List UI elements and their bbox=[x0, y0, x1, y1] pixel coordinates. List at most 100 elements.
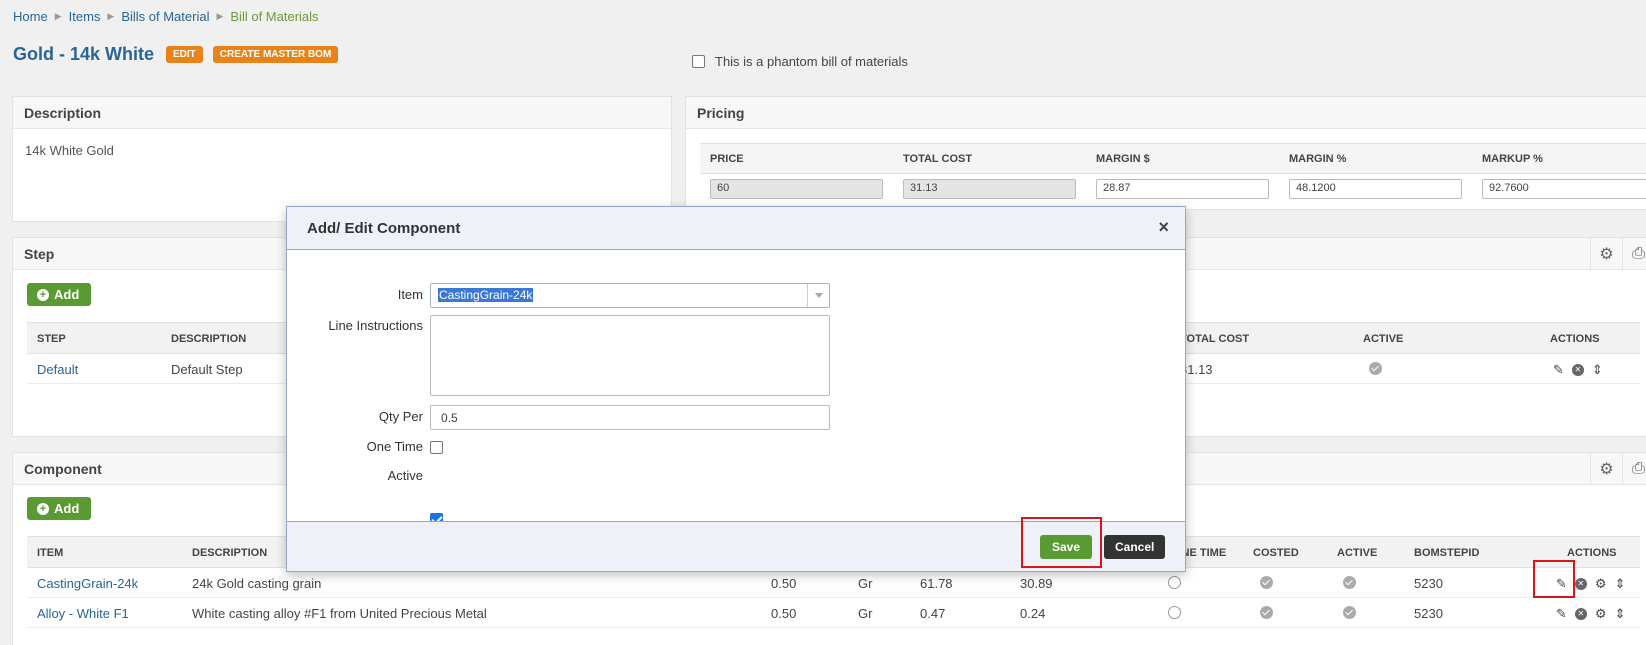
edit-icon[interactable]: ✎ bbox=[1556, 606, 1567, 622]
phantom-bom-checkbox[interactable] bbox=[692, 55, 705, 68]
step-description: Default Step bbox=[171, 362, 243, 377]
component-uom: Gr bbox=[858, 606, 873, 621]
step-panel-tools: ⚙ ⎙ bbox=[1590, 238, 1646, 270]
phantom-bom-label: This is a phantom bill of materials bbox=[715, 54, 908, 69]
header-step[interactable]: STEP bbox=[37, 333, 66, 345]
delete-icon[interactable]: ✕ bbox=[1574, 578, 1587, 590]
pricing-header-total-cost: TOTAL COST bbox=[893, 144, 1086, 174]
line-instructions-textarea[interactable] bbox=[430, 315, 830, 396]
page-title: Gold - 14k White bbox=[13, 44, 155, 64]
chevron-right-icon: ▶ bbox=[54, 11, 62, 21]
plus-circle-icon: + bbox=[37, 502, 49, 515]
radio-empty-icon bbox=[1168, 606, 1181, 619]
qty-per-input[interactable]: 0.5 bbox=[430, 405, 830, 430]
one-time-label: One Time bbox=[366, 439, 423, 454]
component-qty: 0.50 bbox=[771, 606, 797, 621]
radio-empty-icon bbox=[1168, 576, 1181, 589]
pricing-cell: 31.13 bbox=[893, 174, 1086, 204]
create-master-bom-button[interactable]: CREATE MASTER BOM bbox=[212, 46, 339, 63]
active-cell bbox=[1343, 576, 1356, 592]
description-title: Description bbox=[13, 97, 671, 129]
check-circle-icon bbox=[1343, 576, 1356, 589]
plus-circle-icon: + bbox=[37, 288, 49, 301]
edit-icon[interactable]: ✎ bbox=[1553, 362, 1564, 378]
pricing-header-price: PRICE bbox=[700, 144, 893, 174]
edit-button[interactable]: EDIT bbox=[166, 46, 203, 63]
line-instructions-label: Line Instructions bbox=[328, 318, 423, 333]
active-cell bbox=[1369, 362, 1382, 378]
chevron-right-icon: ▶ bbox=[216, 11, 224, 21]
pricing-title: Pricing bbox=[686, 97, 1646, 129]
header-total-cost[interactable]: TOTAL COST bbox=[1180, 333, 1249, 345]
pricing-header-margin-percent: MARGIN % bbox=[1279, 144, 1472, 174]
chevron-down-icon[interactable] bbox=[807, 284, 829, 307]
add-step-button[interactable]: + Add bbox=[27, 283, 92, 306]
gear-icon[interactable]: ⚙ bbox=[1595, 606, 1607, 622]
sort-icon[interactable]: ⇕ bbox=[1615, 576, 1626, 592]
gear-icon[interactable]: ⚙ bbox=[1590, 453, 1622, 485]
pricing-cell: 28.87 bbox=[1086, 174, 1279, 204]
pricing-header-margin-amount: MARGIN $ bbox=[1086, 144, 1279, 174]
table-row: Alloy - White F1 White casting alloy #F1… bbox=[27, 598, 1640, 628]
margin-percent-input[interactable]: 48.1200 bbox=[1289, 179, 1462, 199]
pricing-panel: Pricing PRICE TOTAL COST MARGIN $ MARGIN… bbox=[685, 96, 1646, 210]
breadcrumb-bills-of-material[interactable]: Bills of Material bbox=[121, 9, 209, 24]
one-time-cell bbox=[1168, 576, 1181, 592]
delete-icon[interactable]: ✕ bbox=[1574, 608, 1587, 620]
costed-cell bbox=[1260, 576, 1273, 592]
add-component-button[interactable]: + Add bbox=[27, 497, 92, 520]
sort-icon[interactable]: ⇕ bbox=[1615, 606, 1626, 622]
item-select-value: CastingGrain-24k bbox=[438, 288, 534, 302]
total-cost-input: 31.13 bbox=[903, 179, 1076, 199]
cancel-button[interactable]: Cancel bbox=[1104, 535, 1166, 559]
check-circle-icon bbox=[1260, 576, 1273, 589]
add-component-label: Add bbox=[54, 501, 80, 516]
header-bomstepid[interactable]: BOMSTEPID bbox=[1414, 547, 1479, 559]
close-icon[interactable]: × bbox=[1158, 217, 1169, 238]
breadcrumb-items[interactable]: Items bbox=[69, 9, 101, 24]
gear-icon[interactable]: ⚙ bbox=[1595, 576, 1607, 592]
dialog-header: Add/ Edit Component × bbox=[287, 207, 1185, 250]
add-step-label: Add bbox=[54, 287, 80, 302]
component-bomstepid: 5230 bbox=[1414, 606, 1443, 621]
header-description[interactable]: DESCRIPTION bbox=[171, 333, 246, 345]
pricing-table: PRICE TOTAL COST MARGIN $ MARGIN % MARKU… bbox=[700, 143, 1646, 204]
description-panel: Description 14k White Gold bbox=[12, 96, 672, 222]
pricing-cell: 60 bbox=[700, 174, 893, 204]
header-item[interactable]: ITEM bbox=[37, 547, 63, 559]
dialog-title: Add/ Edit Component bbox=[307, 220, 461, 237]
header-active[interactable]: ACTIVE bbox=[1337, 547, 1377, 559]
component-panel-tools: ⚙ ⎙ bbox=[1590, 453, 1646, 485]
breadcrumb-home[interactable]: Home bbox=[13, 9, 48, 24]
row-actions: ✎ ✕ ⚙ ⇕ bbox=[1556, 606, 1625, 622]
check-circle-icon bbox=[1260, 606, 1273, 619]
description-text: 14k White Gold bbox=[25, 143, 114, 158]
component-description: 24k Gold casting grain bbox=[192, 576, 322, 591]
item-label: Item bbox=[397, 287, 423, 302]
margin-amount-input[interactable]: 28.87 bbox=[1096, 179, 1269, 199]
qty-per-label: Qty Per bbox=[378, 409, 423, 424]
header-active[interactable]: ACTIVE bbox=[1363, 333, 1403, 345]
component-bomstepid: 5230 bbox=[1414, 576, 1443, 591]
pricing-header-markup-percent: MARKUP % bbox=[1472, 144, 1646, 174]
gear-icon[interactable]: ⚙ bbox=[1590, 238, 1622, 270]
component-ext-cost: 0.24 bbox=[1020, 606, 1046, 621]
header-description[interactable]: DESCRIPTION bbox=[192, 547, 267, 559]
step-link[interactable]: Default bbox=[37, 362, 78, 377]
component-item-link[interactable]: CastingGrain-24k bbox=[37, 576, 138, 591]
print-icon[interactable]: ⎙ bbox=[1622, 238, 1646, 270]
item-select[interactable]: CastingGrain-24k bbox=[430, 283, 830, 308]
header-costed[interactable]: COSTED bbox=[1253, 547, 1299, 559]
one-time-checkbox[interactable] bbox=[430, 441, 443, 454]
component-uom: Gr bbox=[858, 576, 873, 591]
pricing-cell: 92.7600 bbox=[1472, 174, 1646, 204]
check-circle-icon bbox=[1369, 362, 1382, 375]
header-actions: ACTIONS bbox=[1567, 547, 1617, 559]
markup-percent-input[interactable]: 92.7600 bbox=[1482, 179, 1646, 199]
delete-icon[interactable]: ✕ bbox=[1571, 364, 1584, 376]
highlight-save-button bbox=[1021, 517, 1102, 568]
sort-icon[interactable]: ⇕ bbox=[1592, 362, 1603, 378]
print-icon[interactable]: ⎙ bbox=[1622, 453, 1646, 485]
active-label: Active bbox=[387, 468, 423, 483]
component-item-link[interactable]: Alloy - White F1 bbox=[37, 606, 129, 621]
